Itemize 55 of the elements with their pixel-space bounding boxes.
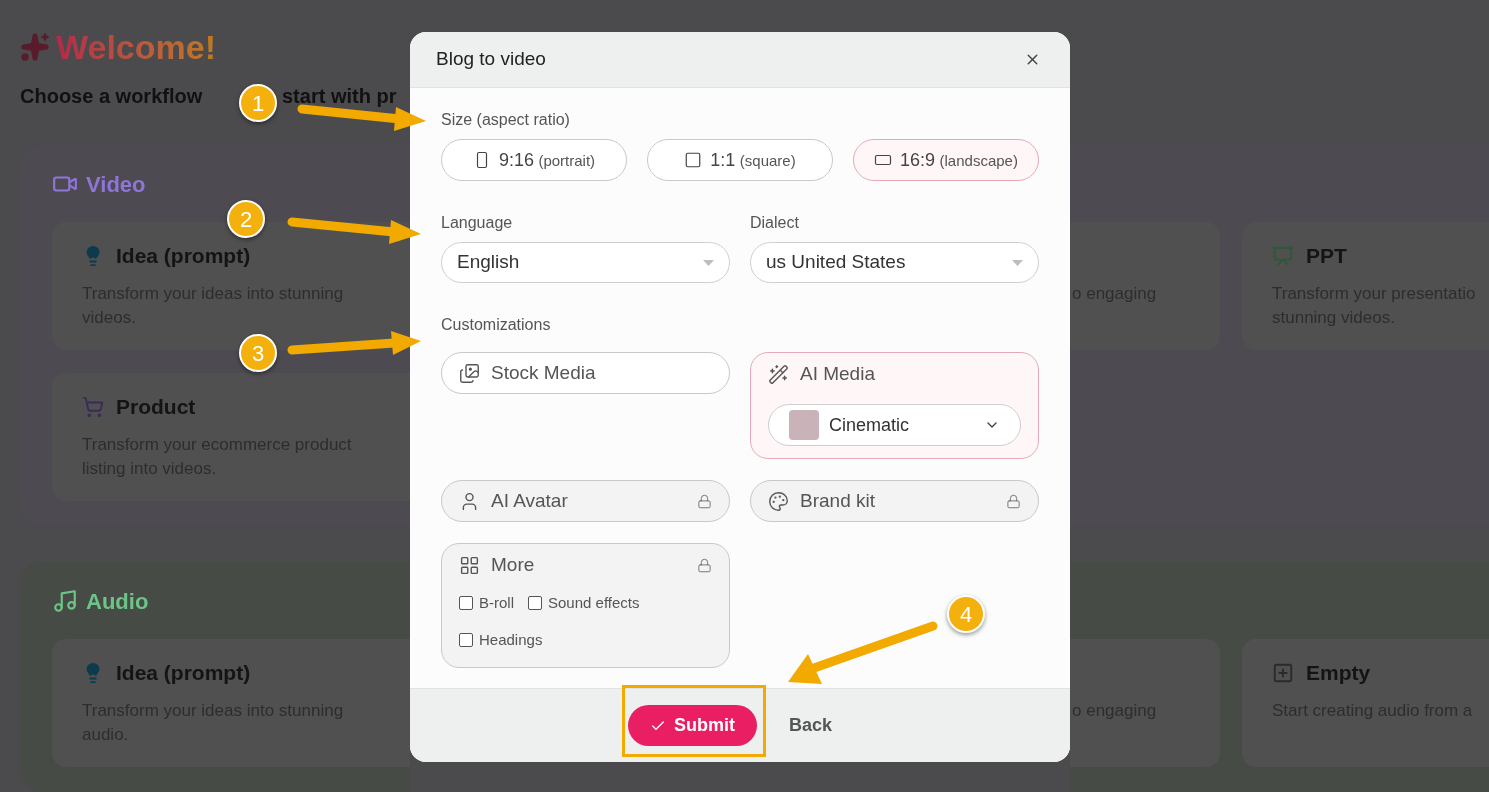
- aspect-ratio-option[interactable]: 16:9 (landscape): [853, 139, 1039, 181]
- card-title: Idea (prompt): [116, 660, 251, 687]
- card-title: Idea (prompt): [116, 243, 251, 270]
- photo-placeholder: [789, 410, 819, 440]
- checkbox-label: B-roll: [479, 593, 514, 613]
- lock-icon: [697, 557, 712, 573]
- number-badge: 1: [239, 84, 277, 122]
- field-label: Dialect: [750, 213, 800, 233]
- style-dropdown[interactable]: Cinematic: [768, 404, 1021, 446]
- dropdown-triangle-icon: [703, 259, 714, 266]
- music-note-icon: [52, 588, 78, 614]
- back-button[interactable]: Back: [789, 712, 832, 739]
- field-label: Customizations: [441, 315, 552, 335]
- dialog-title: Blog to video: [436, 47, 546, 72]
- section-title: Video: [86, 170, 146, 199]
- aspect-ratio-option[interactable]: 9:16 (portrait): [441, 139, 627, 181]
- checkbox[interactable]: [459, 632, 473, 647]
- plus-square-icon: [1272, 662, 1294, 684]
- select-field[interactable]: English: [441, 242, 730, 283]
- lock-icon: [1006, 493, 1021, 509]
- customization-option[interactable]: AI Media Cinematic: [750, 352, 1039, 459]
- option-label: AI Media: [800, 361, 876, 386]
- customization-option[interactable]: AI Avatar: [441, 480, 730, 522]
- sparkles-icon: [20, 32, 50, 62]
- dropdown-triangle-icon: [1012, 259, 1023, 266]
- section-title: Audio: [86, 587, 149, 616]
- subtitle: Choose a workflow: [20, 85, 203, 107]
- checkbox[interactable]: [459, 596, 473, 611]
- option-label: Brand kit: [800, 488, 876, 513]
- customization-option[interactable]: Brand kit: [750, 480, 1039, 522]
- field-label: Size (aspect ratio): [441, 110, 571, 130]
- option-label: More: [491, 552, 536, 577]
- card-title: Empty: [1306, 660, 1371, 687]
- square-icon: [684, 151, 703, 169]
- card-title: Product: [116, 394, 196, 421]
- submit-button[interactable]: Submit: [628, 705, 757, 746]
- checkbox-label: Headings: [479, 629, 543, 650]
- field-label: Language: [441, 213, 514, 233]
- select-field[interactable]: us United States: [750, 242, 1039, 283]
- checkbox[interactable]: [528, 596, 542, 611]
- option-label: AI Avatar: [491, 488, 569, 513]
- checkbox-label: Sound effects: [548, 593, 640, 613]
- aspect-ratio-option[interactable]: 1:1 (square): [647, 139, 833, 181]
- presentation-icon: [1272, 245, 1294, 267]
- option-label: Stock Media: [491, 360, 597, 385]
- magic-wand-icon: [768, 363, 789, 385]
- card-title: PPT: [1306, 243, 1347, 270]
- lock-icon: [697, 493, 712, 509]
- palette-icon: [768, 490, 789, 512]
- images-icon: [459, 362, 480, 384]
- subtitle: start with pr: [282, 84, 397, 109]
- customization-option[interactable]: Stock Media: [441, 352, 730, 394]
- cart-icon: [82, 396, 104, 418]
- customization-option[interactable]: More B-roll Sound effects Headings: [441, 543, 730, 668]
- grid-icon: [459, 554, 480, 576]
